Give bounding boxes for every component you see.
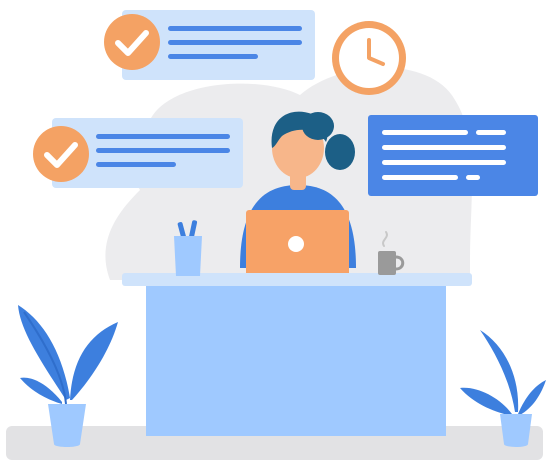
desk: [122, 273, 472, 436]
plant-icon: [18, 305, 118, 447]
laptop: [246, 210, 349, 280]
message-card: [368, 115, 538, 196]
check-icon: [104, 14, 160, 70]
illustration-canvas: [6, 10, 546, 460]
clock-icon: [332, 21, 406, 95]
check-icon: [33, 126, 89, 182]
task-management-illustration: [0, 0, 549, 462]
